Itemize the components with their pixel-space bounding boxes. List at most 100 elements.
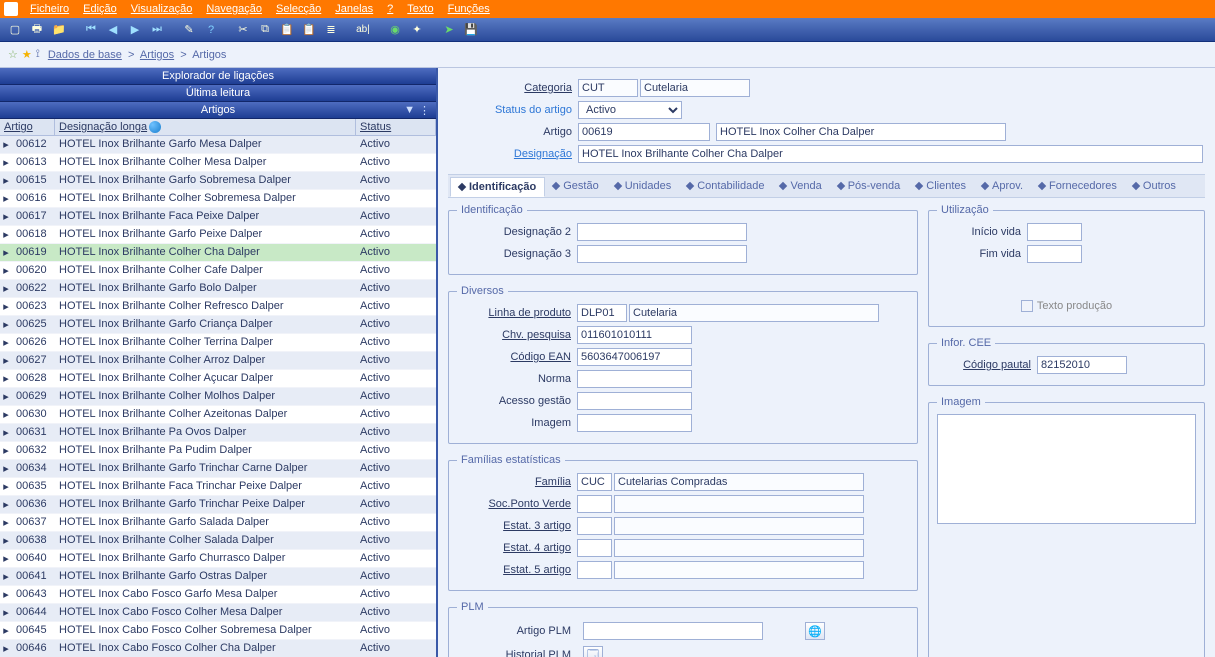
first-icon[interactable]: ⏮ [82,21,100,39]
filter-icon[interactable]: ▼ [404,104,415,117]
last-icon[interactable]: ⏭ [148,21,166,39]
designacao-input[interactable] [578,145,1203,163]
table-row[interactable]: ▸00637HOTEL Inox Brilhante Garfo Salada … [0,514,436,532]
tab-clientes[interactable]: Clientes [908,177,974,197]
list-icon[interactable]: ≣ [322,21,340,39]
table-row[interactable]: ▸00634HOTEL Inox Brilhante Garfo Trincha… [0,460,436,478]
table-row[interactable]: ▸00613HOTEL Inox Brilhante Colher Mesa D… [0,154,436,172]
table-row[interactable]: ▸00630HOTEL Inox Brilhante Colher Azeito… [0,406,436,424]
e4-code-input[interactable] [577,539,612,557]
next-icon[interactable]: ▶ [126,21,144,39]
articles-header[interactable]: Artigos ▼ ⋮ [0,102,436,119]
lbl-linha[interactable]: Linha de produto [457,307,577,319]
linha-desc-input[interactable] [629,304,879,322]
tab-outros[interactable]: Outros [1125,177,1184,197]
table-row[interactable]: ▸00641HOTEL Inox Brilhante Garfo Ostras … [0,568,436,586]
star-icon[interactable]: ★ [22,48,32,61]
table-row[interactable]: ▸00632HOTEL Inox Brilhante Pa Pudim Dalp… [0,442,436,460]
save-icon[interactable]: 💾 [462,21,480,39]
menu-item[interactable]: ? [381,3,399,15]
tab-contabilidade[interactable]: Contabilidade [679,177,772,197]
table-row[interactable]: ▸00626HOTEL Inox Brilhante Colher Terrin… [0,334,436,352]
lbl-ean[interactable]: Código EAN [457,351,577,363]
chv-input[interactable] [577,326,692,344]
artigo-code-input[interactable] [578,123,710,141]
artigo-desc-input[interactable] [716,123,1006,141]
menu-item[interactable]: Selecção [270,3,327,15]
lbl-designacao[interactable]: Designação [458,148,578,160]
lbl-chv[interactable]: Chv. pesquisa [457,329,577,341]
categoria-code-input[interactable] [578,79,638,97]
categoria-desc-input[interactable] [640,79,750,97]
table-row[interactable]: ▸00617HOTEL Inox Brilhante Faca Peixe Da… [0,208,436,226]
imagem-input[interactable] [577,414,692,432]
table-row[interactable]: ▸00631HOTEL Inox Brilhante Pa Ovos Dalpe… [0,424,436,442]
norma-input[interactable] [577,370,692,388]
forward-icon[interactable]: ➤ [440,21,458,39]
tab-unidades[interactable]: Unidades [607,177,679,197]
gear-icon[interactable]: ✦ [408,21,426,39]
familia-desc-input[interactable] [614,473,864,491]
table-row[interactable]: ▸00629HOTEL Inox Brilhante Colher Molhos… [0,388,436,406]
tab-psvenda[interactable]: Pós-venda [830,177,909,197]
menu-item[interactable]: Texto [401,3,439,15]
table-row[interactable]: ▸00625HOTEL Inox Brilhante Garfo Criança… [0,316,436,334]
e3-code-input[interactable] [577,517,612,535]
col-designacao[interactable]: Designação longa [55,119,356,135]
paste-icon[interactable]: 📋 [278,21,296,39]
copy-icon[interactable]: ⧉ [256,21,274,39]
col-status[interactable]: Status [356,119,436,135]
print-icon[interactable]: 🖶 [28,21,46,39]
ean-input[interactable] [577,348,692,366]
menu-item[interactable]: Visualização [125,3,199,15]
table-row[interactable]: ▸00620HOTEL Inox Brilhante Colher Cafe D… [0,262,436,280]
table-row[interactable]: ▸00622HOTEL Inox Brilhante Garfo Bolo Da… [0,280,436,298]
actions-icon[interactable]: ⋮ [419,104,430,117]
lbl-categoria[interactable]: Categoria [458,82,578,94]
designacao3-input[interactable] [577,245,747,263]
table-row[interactable]: ▸00612HOTEL Inox Brilhante Garfo Mesa Da… [0,136,436,154]
article-list[interactable]: ▸00612HOTEL Inox Brilhante Garfo Mesa Da… [0,136,436,657]
help-icon[interactable]: ? [202,21,220,39]
e4-desc-input[interactable] [614,539,864,557]
status-select[interactable]: Activo [578,101,682,119]
breadcrumb-link[interactable]: Dados de base [48,49,122,61]
lbl-e4[interactable]: Estat. 4 artigo [457,542,577,554]
lbl-spv[interactable]: Soc.Ponto Verde [457,498,577,510]
prev-icon[interactable]: ◀ [104,21,122,39]
table-row[interactable]: ▸00627HOTEL Inox Brilhante Colher Arroz … [0,352,436,370]
table-row[interactable]: ▸00640HOTEL Inox Brilhante Garfo Churras… [0,550,436,568]
menu-item[interactable]: Ficheiro [24,3,75,15]
menu-item[interactable]: Janelas [329,3,379,15]
e5-desc-input[interactable] [614,561,864,579]
table-row[interactable]: ▸00619HOTEL Inox Brilhante Colher Cha Da… [0,244,436,262]
designacao2-input[interactable] [577,223,747,241]
plm-hist-icon[interactable]: 🗔 [583,646,603,657]
table-row[interactable]: ▸00646HOTEL Inox Cabo Fosco Colher Cha D… [0,640,436,657]
plm-open-icon[interactable]: 🌐 [805,622,825,640]
table-row[interactable]: ▸00615HOTEL Inox Brilhante Garfo Sobreme… [0,172,436,190]
inicio-vida-input[interactable] [1027,223,1082,241]
lbl-familia[interactable]: Família [457,476,577,488]
spv-code-input[interactable] [577,495,612,513]
spv-desc-input[interactable] [614,495,864,513]
table-row[interactable]: ▸00616HOTEL Inox Brilhante Colher Sobrem… [0,190,436,208]
table-row[interactable]: ▸00618HOTEL Inox Brilhante Garfo Peixe D… [0,226,436,244]
tab-aprov[interactable]: Aprov. [974,177,1031,197]
table-row[interactable]: ▸00644HOTEL Inox Cabo Fosco Colher Mesa … [0,604,436,622]
cut-icon[interactable]: ✂ [234,21,252,39]
table-row[interactable]: ▸00645HOTEL Inox Cabo Fosco Colher Sobre… [0,622,436,640]
menu-item[interactable]: Navegação [200,3,268,15]
explorer-header[interactable]: Explorador de ligações [0,68,436,85]
tab-identificao[interactable]: Identificação [450,177,545,197]
lbl-e5[interactable]: Estat. 5 artigo [457,564,577,576]
linha-code-input[interactable] [577,304,627,322]
table-row[interactable]: ▸00628HOTEL Inox Brilhante Colher Açucar… [0,370,436,388]
table-row[interactable]: ▸00643HOTEL Inox Cabo Fosco Garfo Mesa D… [0,586,436,604]
globe-icon[interactable]: ◉ [386,21,404,39]
texto-producao-checkbox[interactable] [1021,300,1033,312]
menu-item[interactable]: Funções [442,3,496,15]
table-row[interactable]: ▸00635HOTEL Inox Brilhante Faca Trinchar… [0,478,436,496]
table-row[interactable]: ▸00636HOTEL Inox Brilhante Garfo Trincha… [0,496,436,514]
text-icon[interactable]: ab| [354,21,372,39]
